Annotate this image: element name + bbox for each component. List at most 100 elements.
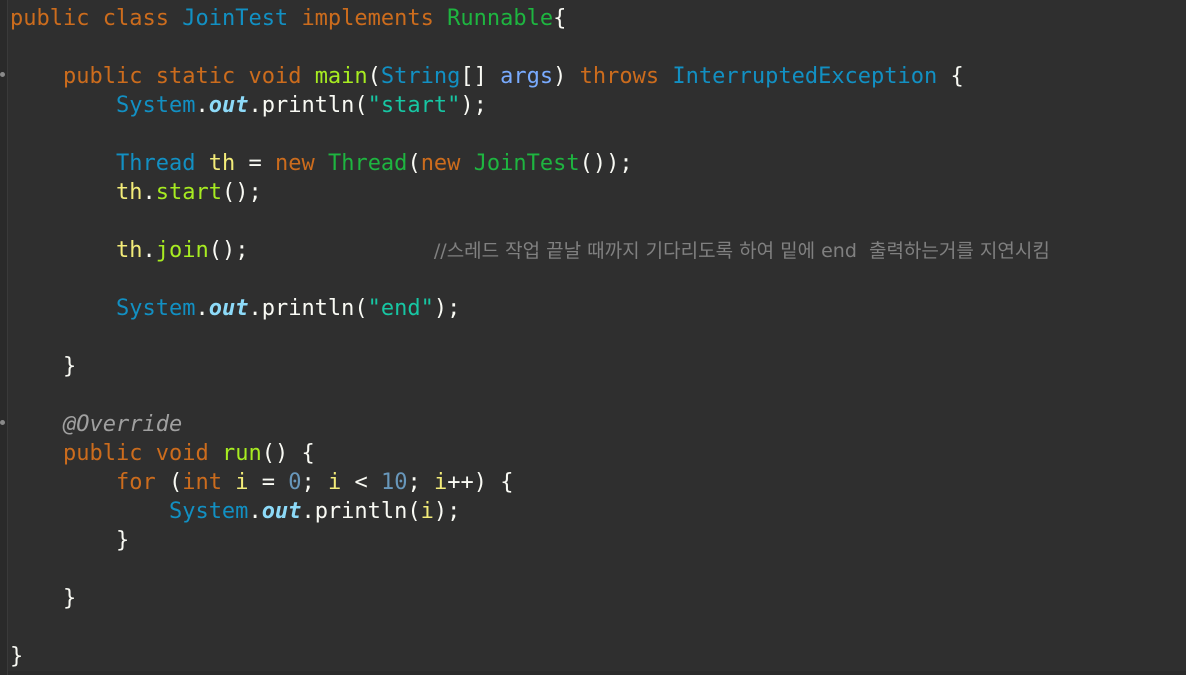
- fold-marker-icon[interactable]: [0, 420, 5, 425]
- code-line: }: [10, 526, 1050, 555]
- variable-name: i: [433, 470, 448, 495]
- type-name: String: [380, 64, 461, 89]
- keyword: public: [10, 6, 90, 31]
- keyword: new: [420, 151, 461, 176]
- keyword: new: [274, 151, 315, 176]
- variable-name: th: [115, 180, 143, 205]
- variable-name: th: [115, 238, 143, 263]
- punctuation: {: [950, 64, 964, 89]
- code-line: public void run() {: [10, 439, 1050, 468]
- fold-marker-icon[interactable]: [0, 72, 5, 77]
- code-line: th.start();: [10, 178, 1050, 207]
- variable-name: i: [420, 499, 434, 524]
- number-literal: 0: [288, 470, 302, 495]
- horizontal-scrollbar[interactable]: [8, 671, 1186, 675]
- punctuation: (: [354, 296, 368, 321]
- type-name: InterruptedException: [672, 64, 938, 89]
- type-name: System: [168, 499, 249, 524]
- method-call: join: [155, 238, 209, 263]
- class-name: JoinTest: [473, 151, 580, 176]
- keyword: public: [62, 441, 143, 466]
- punctuation: ());: [579, 151, 633, 176]
- method-name: run: [221, 441, 262, 466]
- punctuation: (: [367, 64, 381, 89]
- punctuation: ();: [221, 180, 262, 205]
- interface-name: Runnable: [447, 6, 554, 31]
- closing-brace: }: [62, 586, 77, 611]
- static-field: out: [261, 499, 302, 524]
- string-literal: "start": [367, 93, 461, 118]
- code-line: th.join(); //스레드 작업 끝날 때까지 기다리도록 하여 밑에 e…: [10, 236, 1050, 265]
- punctuation: .: [248, 499, 262, 524]
- code-line: }: [10, 642, 1050, 671]
- class-name: JoinTest: [182, 6, 289, 31]
- keyword: static: [155, 64, 236, 89]
- closing-brace: }: [62, 354, 77, 379]
- punctuation: ();: [208, 238, 249, 263]
- operator: =: [261, 470, 275, 495]
- punctuation: ;: [301, 470, 315, 495]
- class-name: Thread: [327, 151, 408, 176]
- static-field: out: [208, 296, 249, 321]
- code-line: public class JoinTest implements Runnabl…: [10, 4, 1050, 33]
- method-call: start: [155, 180, 222, 205]
- static-field: out: [208, 93, 249, 118]
- code-comment: //스레드 작업 끝날 때까지 기다리도록 하여 밑에 end 출력하는거를 지…: [433, 240, 1050, 262]
- string-literal: "end": [367, 296, 434, 321]
- keyword: public: [62, 64, 143, 89]
- punctuation: .: [195, 93, 209, 118]
- annotation: @Override: [62, 412, 183, 437]
- operator: =: [248, 151, 262, 176]
- punctuation: .: [142, 180, 156, 205]
- punctuation: .: [248, 296, 262, 321]
- punctuation: .: [195, 296, 209, 321]
- method-name: main: [314, 64, 368, 89]
- code-line: System.out.println("start");: [10, 91, 1050, 120]
- type-name: System: [115, 296, 196, 321]
- punctuation: []: [460, 64, 487, 89]
- punctuation: .: [301, 499, 315, 524]
- punctuation: (: [407, 151, 421, 176]
- punctuation: .: [248, 93, 262, 118]
- method-call: println: [261, 93, 355, 118]
- keyword: int: [182, 470, 222, 495]
- punctuation: );: [460, 93, 487, 118]
- code-editor[interactable]: public class JoinTest implements Runnabl…: [0, 0, 1186, 675]
- code-line: }: [10, 352, 1050, 381]
- closing-brace: }: [115, 528, 130, 553]
- keyword: class: [102, 6, 169, 31]
- variable-name: i: [235, 470, 249, 495]
- punctuation: );: [433, 296, 461, 321]
- punctuation: (: [168, 470, 183, 495]
- type-name: System: [115, 93, 196, 118]
- punctuation: );: [433, 499, 461, 524]
- variable-name: i: [327, 470, 342, 495]
- keyword: for: [115, 470, 156, 495]
- punctuation: (: [354, 93, 368, 118]
- code-line: System.out.println("end");: [10, 294, 1050, 323]
- punctuation: {: [301, 441, 315, 466]
- type-name: Thread: [115, 151, 196, 176]
- operator: <: [354, 470, 368, 495]
- code-area[interactable]: public class JoinTest implements Runnabl…: [10, 4, 1050, 671]
- keyword: void: [248, 64, 302, 89]
- parameter-name: args: [500, 64, 554, 89]
- method-call: println: [261, 296, 355, 321]
- punctuation: ): [553, 64, 567, 89]
- punctuation: (): [261, 441, 289, 466]
- operator: ++): [447, 470, 487, 495]
- punctuation: (: [407, 499, 421, 524]
- code-line: @Override: [10, 410, 1050, 439]
- code-line: System.out.println(i);: [10, 497, 1050, 526]
- code-line: }: [10, 584, 1050, 613]
- variable-name: th: [208, 151, 236, 176]
- punctuation: ;: [407, 470, 421, 495]
- code-line: Thread th = new Thread(new JoinTest());: [10, 149, 1050, 178]
- punctuation: {: [500, 470, 514, 495]
